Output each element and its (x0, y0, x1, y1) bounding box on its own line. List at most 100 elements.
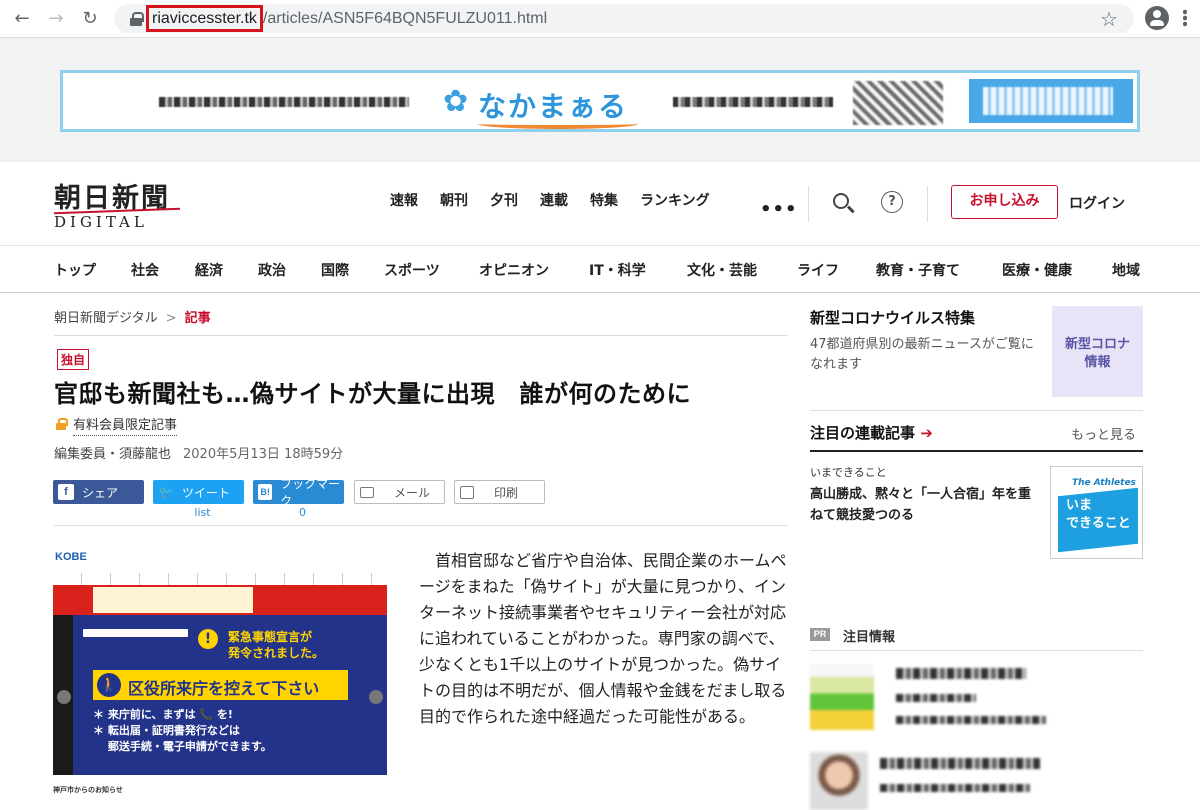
pr-text-blurred[interactable] (896, 668, 1026, 679)
hatena-bookmark-button[interactable]: B! ブックマーク (253, 477, 344, 508)
print-icon (460, 485, 474, 499)
cat-region[interactable]: 地域 (1112, 260, 1140, 280)
cat-life[interactable]: ライフ (797, 260, 839, 280)
author: 編集委員・須藤龍也 (54, 447, 172, 462)
cat-society[interactable]: 社会 (131, 260, 159, 280)
divider (54, 525, 788, 526)
series-item-link[interactable]: 高山勝成、黙々と「一人合宿」年を重ねて競技愛つのる (810, 484, 1035, 526)
divider (810, 450, 1143, 452)
nav-ranking[interactable]: ランキング (640, 190, 710, 210)
more-link[interactable]: もっと見る (1071, 424, 1136, 443)
image-footer-text: 神戸市からのお知らせ (53, 786, 123, 794)
corona-feature-desc: 47都道府県別の最新ニュースがご覧になれます (810, 337, 1034, 372)
login-link[interactable]: ログイン (1069, 193, 1125, 213)
nav-evening[interactable]: 夕刊 (490, 190, 518, 210)
divider (810, 650, 1143, 651)
nav-features[interactable]: 特集 (590, 190, 618, 210)
bookmark-star-icon[interactable]: ☆ (1100, 7, 1118, 31)
more-icon[interactable]: ••• (760, 199, 798, 220)
twitter-bird-icon: 🐦 (158, 485, 174, 499)
warning-icon: ! (198, 629, 218, 649)
pr-badge: PR (810, 628, 830, 641)
breadcrumb: 朝日新聞デジタル > 記事 (54, 307, 211, 326)
cat-politics[interactable]: 政治 (258, 260, 286, 280)
pr-image-blurred[interactable] (810, 664, 874, 730)
mail-icon (360, 486, 374, 498)
image-kobe-logo: KOBE (55, 551, 87, 563)
cat-top[interactable]: トップ (54, 260, 96, 280)
image-line1: ＊ 来庁前に、まずは 📞 を! (93, 708, 233, 721)
browser-toolbar: ← → ↻ riaviccesster.tk/articles/ASN5F64B… (0, 0, 1200, 38)
ad-text-blurred (159, 97, 409, 107)
forward-icon[interactable]: → (44, 7, 68, 31)
slider-next-icon (369, 690, 383, 704)
mail-share-button[interactable]: メール (354, 480, 445, 504)
mail-label: メール (394, 485, 431, 500)
image-emergency-line1: 緊急事態宣言が (228, 630, 313, 644)
pr-text-blurred (896, 716, 1046, 724)
hatena-count[interactable]: 0 (257, 506, 348, 519)
image-line2: ＊ 転出届・証明書発行などは (93, 724, 240, 737)
divider (927, 186, 928, 222)
nav-series[interactable]: 連載 (540, 190, 568, 210)
url-host-highlighted: riaviccesster.tk (146, 4, 263, 32)
pr-image-blurred[interactable] (810, 752, 868, 810)
series-title: 注目の連載記事 (810, 424, 916, 442)
back-icon[interactable]: ← (10, 7, 34, 31)
ad-banner[interactable]: ✿ なかまぁる (60, 70, 1140, 132)
ad-cta[interactable] (969, 79, 1133, 123)
cat-international[interactable]: 国際 (321, 260, 349, 280)
person-walking-icon: 🚶 (97, 673, 121, 697)
breadcrumb-separator: > (165, 311, 177, 326)
cat-it-science[interactable]: IT・科学 (589, 260, 646, 280)
search-icon[interactable] (833, 193, 849, 209)
print-button[interactable]: 印刷 (454, 480, 545, 504)
cat-culture[interactable]: 文化・芸能 (687, 260, 757, 280)
pr-text-blurred (880, 784, 1030, 792)
browser-menu-icon[interactable] (1183, 9, 1187, 27)
twitter-count-link[interactable]: list (157, 506, 248, 519)
nav-morning[interactable]: 朝刊 (440, 190, 468, 210)
ad-text-blurred (673, 97, 833, 107)
publish-date: 2020年5月13日 18時59分 (183, 447, 344, 462)
breadcrumb-home[interactable]: 朝日新聞デジタル (54, 311, 158, 326)
subscribe-button[interactable]: お申し込み (951, 185, 1058, 219)
account-icon[interactable] (1145, 6, 1169, 30)
article-body: 首相官邸など省庁や自治体、民間企業のホームページをまねた「偽サイト」が大量に見つ… (419, 551, 787, 726)
divider (810, 410, 1143, 411)
image-instructions: ＊ 来庁前に、まずは 📞 を! ＊ 転出届・証明書発行などは 郵送手続・電子申請… (93, 707, 272, 755)
logo-sub: DIGITAL (54, 213, 170, 231)
image-line3: 郵送手続・電子申請ができます。 (93, 740, 272, 753)
facebook-share-button[interactable]: f シェア (53, 480, 144, 504)
slider-prev-icon (57, 690, 71, 704)
article-image[interactable]: KOBE ! 緊急事態宣言が 発令されました。 🚶 区役所来庁を控えて下さい ＊… (53, 545, 387, 810)
nav-breaking[interactable]: 速報 (390, 190, 418, 210)
reload-icon[interactable]: ↻ (78, 7, 102, 31)
hatena-icon: B! (258, 484, 273, 500)
facebook-icon: f (58, 484, 74, 500)
cat-economy[interactable]: 経済 (195, 260, 223, 280)
ad-band: ✿ なかまぁる (0, 38, 1200, 162)
pr-text-blurred[interactable] (880, 758, 1040, 769)
url-text[interactable]: riaviccesster.tk/articles/ASN5F64BQN5FUL… (146, 4, 548, 32)
twitter-share-button[interactable]: 🐦 ツイート (153, 480, 244, 504)
cat-opinion[interactable]: オピニオン (479, 260, 549, 280)
cat-health[interactable]: 医療・健康 (1002, 260, 1072, 280)
lock-icon (56, 418, 68, 430)
corona-feature-title[interactable]: 新型コロナウイルス特集 (810, 307, 975, 328)
series-heading[interactable]: 注目の連載記事 ➔ (810, 422, 933, 443)
url-path: /articles/ASN5F64BQN5FULZU011.html (262, 9, 548, 27)
members-only-label[interactable]: 有料会員限定記事 (73, 414, 178, 436)
help-icon[interactable]: ? (881, 191, 903, 213)
cat-education[interactable]: 教育・子育て (876, 260, 960, 280)
breadcrumb-current: 記事 (184, 311, 211, 326)
ad-image-blurred (853, 81, 943, 125)
site-logo[interactable]: 朝日新聞 DIGITAL (54, 176, 170, 231)
corona-thumb-text: 新型コロナ 情報 (1064, 337, 1130, 370)
facebook-share-label: シェア (82, 485, 119, 500)
cat-sports[interactable]: スポーツ (384, 260, 440, 280)
byline: 編集委員・須藤龍也 2020年5月13日 18時59分 (54, 443, 343, 462)
divider (808, 186, 809, 222)
address-bar[interactable]: riaviccesster.tk/articles/ASN5F64BQN5FUL… (114, 4, 1134, 33)
top-nav: 速報 朝刊 夕刊 連載 特集 ランキング (390, 190, 732, 210)
